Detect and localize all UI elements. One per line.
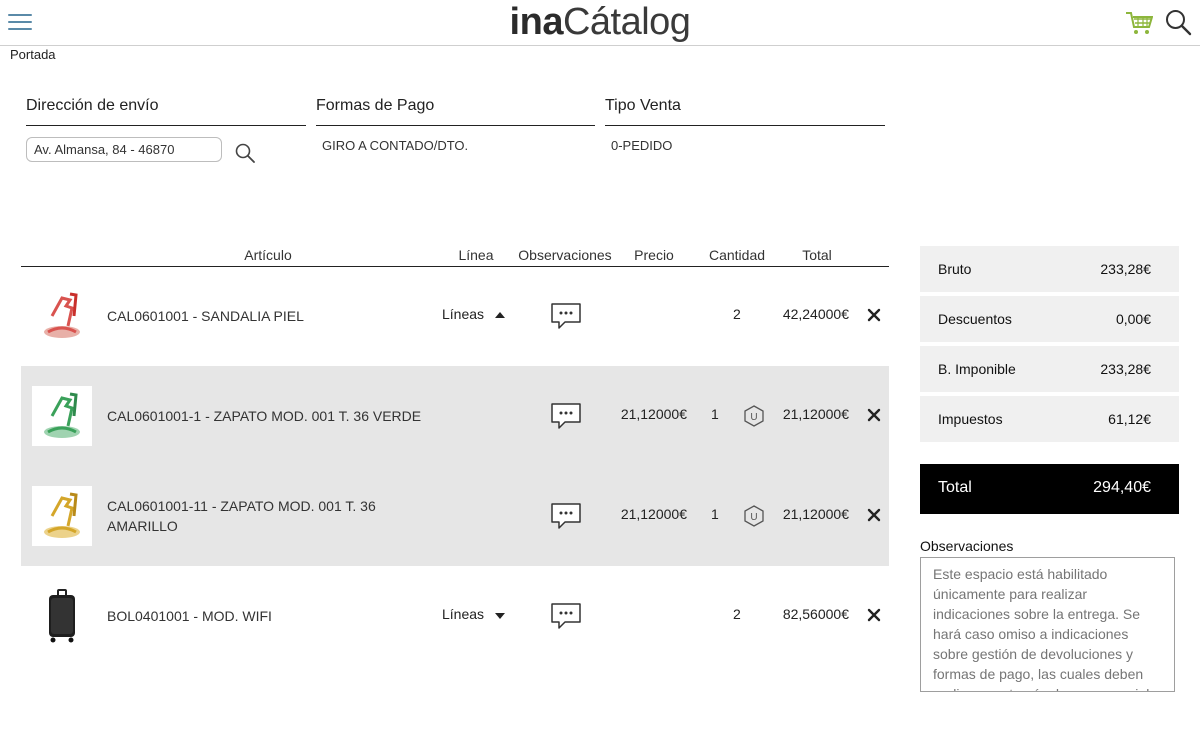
col-total: Total [802,247,832,263]
table-row: CAL0601001 - SANDALIA PIEL Líneas 2 42,2… [21,266,889,366]
quantity: 2 [733,606,741,622]
col-cantidad: Cantidad [708,247,766,263]
suitcase-image-icon [49,589,75,643]
table-row: BOL0401001 - MOD. WIFI Líneas 2 82,56000… [21,566,889,666]
summary-value: 233,28€ [1100,361,1151,377]
sale-type-value: 0-PEDIDO [611,138,673,153]
table-header: Artículo Línea Observaciones Precio Cant… [21,246,889,267]
product-thumbnail[interactable] [32,286,92,346]
search-icon[interactable] [1164,8,1192,36]
quantity: 1 [711,506,719,522]
line-total: 42,24000€ [782,306,849,322]
summary-impuestos: Impuestos 61,12€ [920,396,1179,442]
table-row: CAL0601001-11 - ZAPATO MOD. 001 T. 36 AM… [21,466,889,566]
address-search-icon[interactable] [234,142,256,164]
close-icon[interactable] [867,608,881,622]
col-precio: Precio [634,247,674,263]
payment-section: Formas de Pago GIRO A CONTADO/DTO. [316,96,595,153]
comment-icon[interactable] [550,402,582,430]
quantity: 1 [711,406,719,422]
unit-badge-icon: U [744,405,764,427]
address-label: Dirección de envío [26,96,306,126]
unit-price: 21,12000€ [620,506,687,522]
unit-price: 21,12000€ [620,406,687,422]
line-total: 21,12000€ [782,506,849,522]
comment-icon[interactable] [550,302,582,330]
product-description: CAL0601001-1 - ZAPATO MOD. 001 T. 36 VER… [107,408,422,424]
payment-value: GIRO A CONTADO/DTO. [322,138,469,153]
sale-type-section: Tipo Venta 0-PEDIDO [605,96,885,153]
comment-icon[interactable] [550,602,582,630]
product-thumbnail[interactable] [32,486,92,546]
close-icon[interactable] [867,308,881,322]
summary-label: B. Imponible [938,361,1016,377]
summary-total: Total 294,40€ [920,464,1179,514]
total-label: Total [938,479,972,496]
observations-textarea[interactable] [920,557,1175,692]
summary-value: 61,12€ [1108,411,1151,427]
svg-text:U: U [750,412,757,423]
product-description: CAL0601001 - SANDALIA PIEL [107,308,304,324]
sandal-image-icon [44,292,80,338]
lines-toggle[interactable]: Líneas [442,606,484,622]
comment-icon[interactable] [550,502,582,530]
address-section: Dirección de envío [26,96,306,126]
sale-type-label: Tipo Venta [605,96,885,126]
product-description: CAL0601001-11 - ZAPATO MOD. 001 T. 36 AM… [107,498,376,534]
unit-badge-icon: U [744,505,764,527]
table-row: CAL0601001-1 - ZAPATO MOD. 001 T. 36 VER… [21,366,889,466]
close-icon[interactable] [867,508,881,522]
quantity: 2 [733,306,741,322]
payment-label: Formas de Pago [316,96,595,126]
col-articulo: Artículo [244,247,292,263]
close-icon[interactable] [867,408,881,422]
summary-label: Impuestos [938,411,1003,427]
address-input[interactable] [26,137,222,162]
summary-descuentos: Descuentos 0,00€ [920,296,1179,342]
chevron-up-icon[interactable] [495,312,505,318]
summary-label: Bruto [938,261,972,277]
col-observaciones: Observaciones [518,247,612,263]
top-bar: inaCátalog [0,0,1200,46]
product-thumbnail[interactable] [32,386,92,446]
cart-icon[interactable] [1125,10,1153,36]
summary-value: 0,00€ [1115,311,1151,327]
shoe-yellow-image-icon [44,492,80,538]
svg-text:U: U [750,512,757,523]
col-linea: Línea [458,247,494,263]
lines-toggle[interactable]: Líneas [442,306,484,322]
total-value: 294,40€ [1093,479,1151,496]
summary-label: Descuentos [938,311,1012,327]
breadcrumb[interactable]: Portada [10,47,56,62]
observations-label: Observaciones [920,538,1014,554]
summary-imponible: B. Imponible 233,28€ [920,346,1179,392]
line-total: 21,12000€ [782,406,849,422]
product-thumbnail[interactable] [32,586,92,646]
product-description: BOL0401001 - MOD. WIFI [107,608,272,624]
summary-value: 233,28€ [1100,261,1151,277]
app-logo[interactable]: inaCátalog [0,0,1200,44]
line-total: 82,56000€ [782,606,849,622]
shoe-green-image-icon [44,392,80,438]
summary-bruto: Bruto 233,28€ [920,246,1179,292]
chevron-down-icon[interactable] [495,613,505,619]
